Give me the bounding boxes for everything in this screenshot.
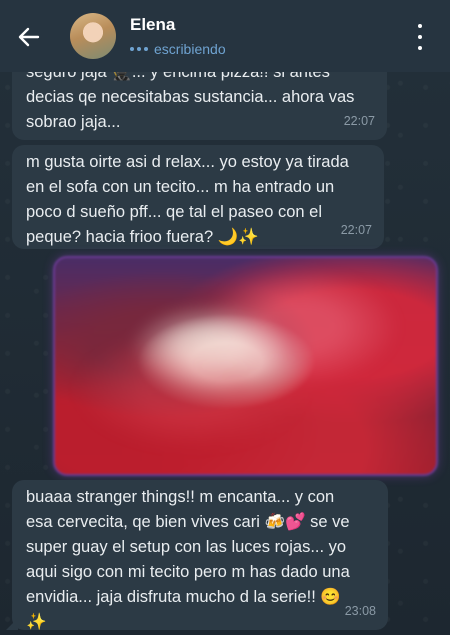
typing-status-label: escribiendo [154, 41, 226, 57]
back-button[interactable] [14, 22, 44, 52]
message-bubble[interactable]: buaaa stranger things!! m encanta... y c… [6, 480, 388, 631]
message-text: m gusta oirte asi d relax... yo estoy ya… [26, 153, 349, 246]
message-bubble[interactable]: m gusta oirte asi d relax... yo estoy ya… [12, 145, 384, 249]
contact-avatar[interactable] [70, 13, 116, 59]
arrow-left-icon [18, 27, 40, 47]
more-options-button[interactable] [410, 24, 430, 50]
message-time: 22:07 [340, 223, 372, 237]
message-time: 22:07 [343, 114, 375, 128]
contact-name[interactable]: Elena [130, 15, 175, 35]
blurred-photo-content [65, 268, 426, 464]
message-text: buaaa stranger things!! m encanta... y c… [26, 488, 350, 631]
blurred-photo-message[interactable] [53, 256, 438, 476]
message-time: 23:08 [344, 604, 376, 618]
chat-header: Elena escribiendo [0, 0, 450, 72]
more-vertical-icon [418, 24, 422, 28]
typing-dots-icon [130, 47, 148, 51]
typing-status: escribiendo [130, 41, 226, 57]
